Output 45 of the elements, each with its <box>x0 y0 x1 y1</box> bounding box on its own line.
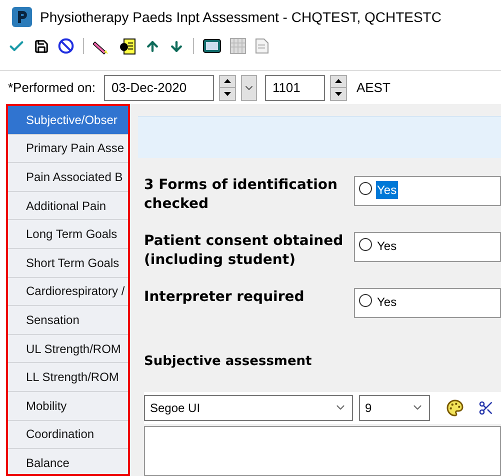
sidebar-item[interactable]: Short Term Goals <box>8 248 128 278</box>
font-select[interactable]: Segoe UI <box>144 394 353 420</box>
sidebar-item[interactable]: Balance <box>8 449 128 476</box>
performed-label: *Performed on: <box>8 78 96 97</box>
cancel-icon[interactable] <box>58 38 74 54</box>
radio-option[interactable]: Yes <box>354 176 501 206</box>
sidebar-item[interactable]: Primary Pain Asse <box>8 134 128 164</box>
radio-button[interactable] <box>359 294 372 307</box>
sidebar-item[interactable]: UL Strength/ROM <box>8 334 128 364</box>
sidebar-item[interactable]: Subjective/Obser <box>8 106 128 135</box>
scissors-icon[interactable] <box>478 400 494 416</box>
question-label: Interpreter required <box>144 288 306 307</box>
sidebar-item[interactable]: Coordination <box>8 420 128 450</box>
sidebar-item[interactable]: Sensation <box>8 306 128 335</box>
sidebar-item[interactable]: Pain Associated B <box>8 163 128 192</box>
radio-button[interactable] <box>359 238 372 251</box>
window-title: Physiotherapy Paeds Inpt Assessment - CHQTEST, QCHTESTC <box>40 8 442 27</box>
document-icon[interactable] <box>255 38 269 54</box>
radio-option[interactable]: Yes <box>354 232 501 262</box>
app-icon <box>12 7 32 27</box>
question-label: 3 Forms of identification checked <box>144 176 338 214</box>
sidebar-item[interactable]: LL Strength/ROM <box>8 363 128 392</box>
calendar-dropdown[interactable] <box>241 74 258 100</box>
date-field[interactable]: 03-Dec-2020 <box>104 74 214 100</box>
question-label: Patient consent obtained (including student) <box>144 232 344 270</box>
palette-icon[interactable] <box>446 398 464 416</box>
timezone-label: AEST <box>356 78 390 97</box>
sidebar-item[interactable]: Long Term Goals <box>8 220 128 249</box>
section-heading: Subjective assessment <box>143 353 313 371</box>
time-field[interactable]: 1101 <box>265 74 326 100</box>
save-icon[interactable] <box>34 38 49 54</box>
notes-icon[interactable] <box>119 38 136 54</box>
option-label: Yes <box>376 294 398 311</box>
radio-option[interactable]: Yes <box>354 288 501 318</box>
sidebar-item[interactable]: Additional Pain <box>8 192 128 220</box>
sidebar-item[interactable]: Cardiorespiratory / <box>8 278 128 306</box>
time-spinner[interactable] <box>330 74 348 100</box>
option-label: Yes <box>376 181 398 199</box>
size-select[interactable]: 9 <box>359 394 430 420</box>
date-spinner[interactable] <box>219 74 236 100</box>
radio-button[interactable] <box>359 182 372 195</box>
sidebar-item[interactable]: Mobility <box>8 392 128 421</box>
option-label: Yes <box>376 238 398 255</box>
text-editor[interactable] <box>144 426 501 476</box>
down-arrow-icon[interactable] <box>169 38 184 54</box>
